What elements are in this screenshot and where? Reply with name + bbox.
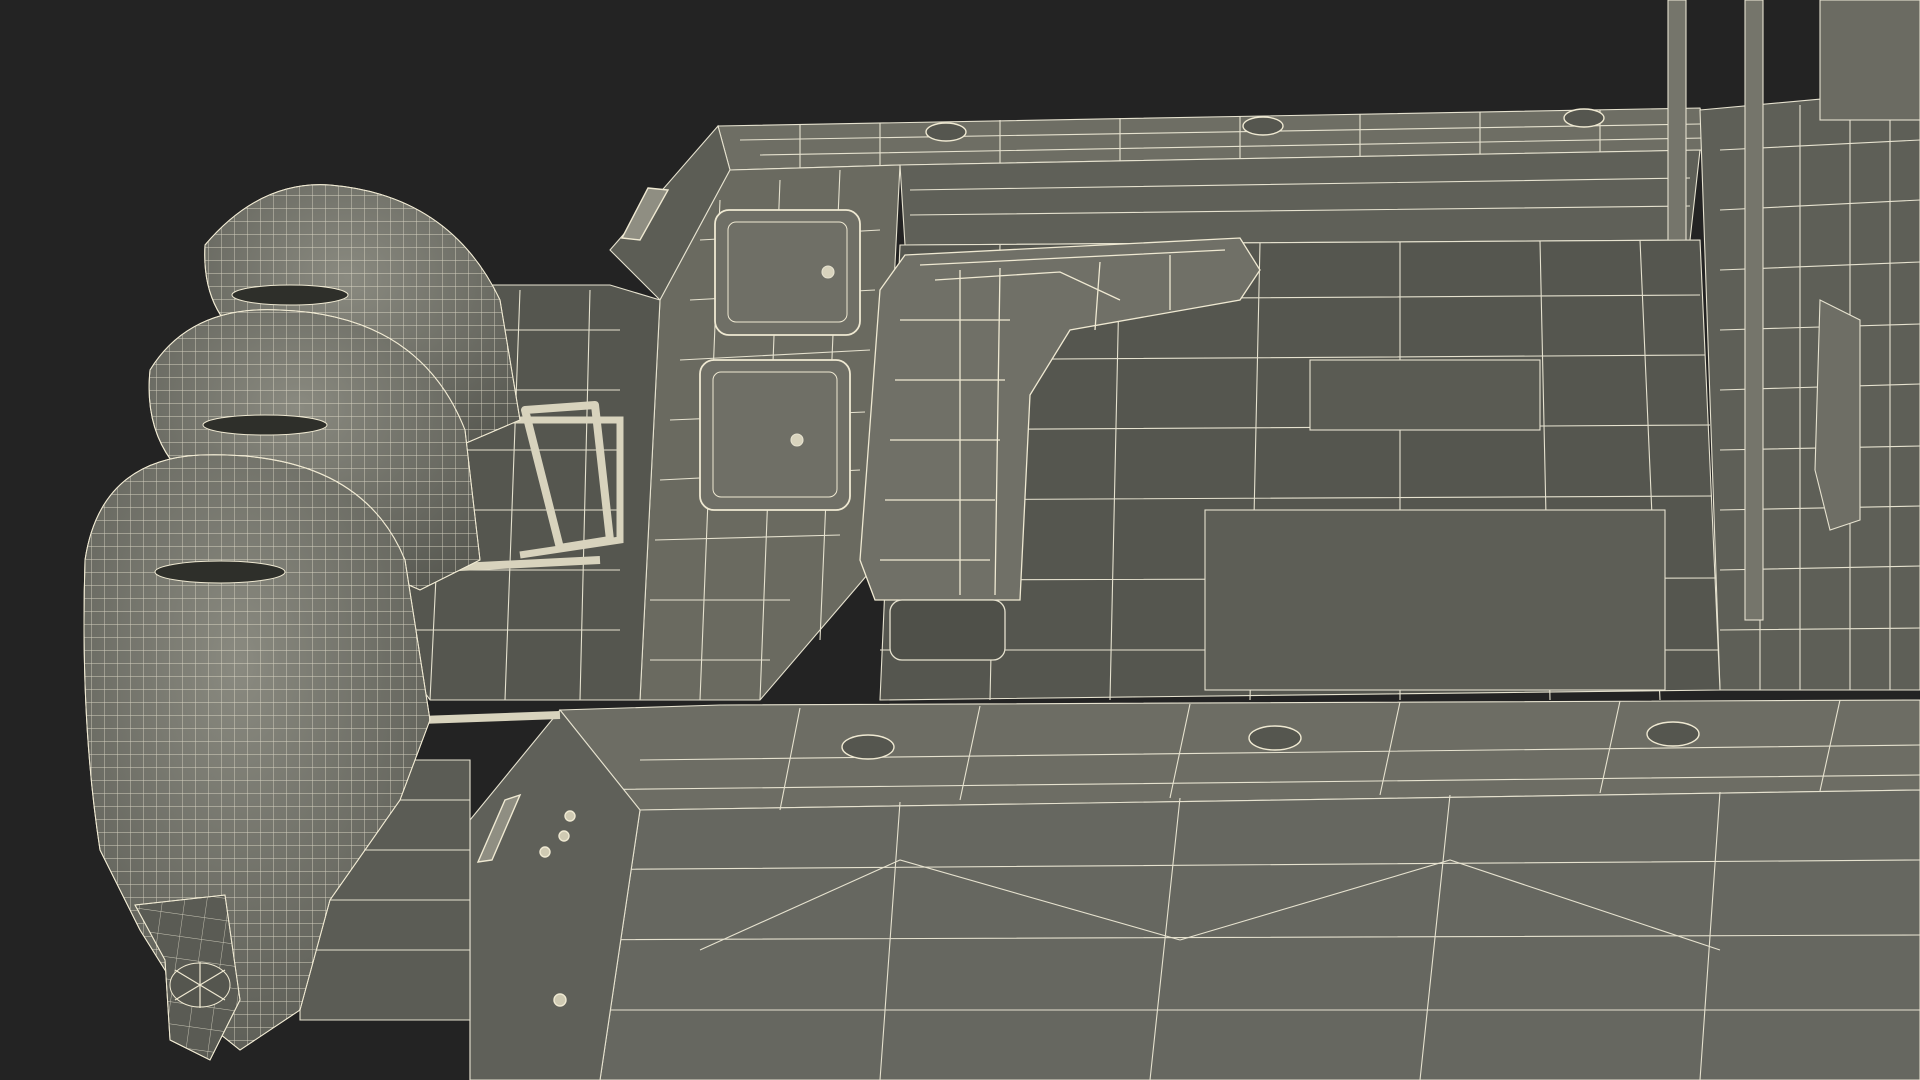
helm-seat[interactable] (1814, 299, 1861, 531)
cup-holder (1563, 108, 1605, 128)
cup-holder (1646, 721, 1700, 747)
cup-holder (1248, 725, 1302, 751)
near-gunwale (469, 699, 1920, 1080)
hatch-lid-upper[interactable] (714, 209, 861, 336)
cup-holder (1242, 116, 1284, 136)
render-viewport (0, 0, 1920, 1080)
boat-wireframe-scene (0, 0, 1920, 1080)
cup-holder (841, 734, 895, 760)
hatch-lid-lower[interactable] (699, 359, 851, 511)
cup-holder (925, 122, 967, 142)
